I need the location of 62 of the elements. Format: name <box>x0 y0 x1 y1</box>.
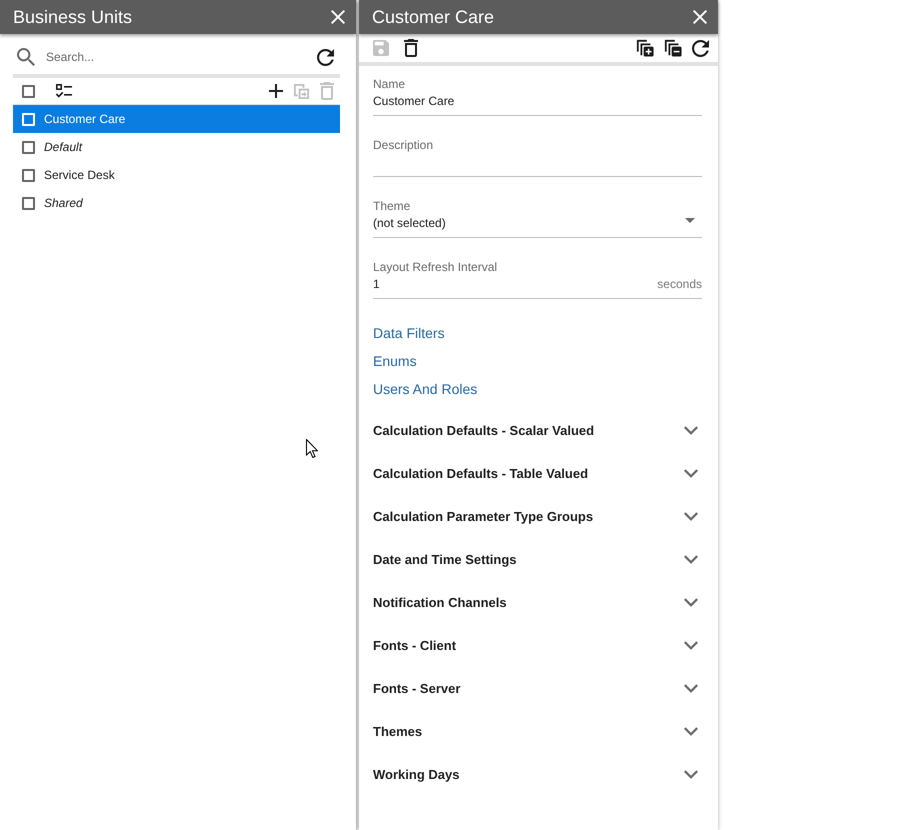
add-button[interactable] <box>269 84 283 98</box>
text-field[interactable]: Description <box>373 116 702 177</box>
list-item[interactable]: Default <box>13 133 340 161</box>
item-label: Service Desk <box>44 167 115 183</box>
accordion-header[interactable]: Calculation Defaults - Table Valued <box>373 452 702 495</box>
trash-icon <box>404 39 418 57</box>
close-button[interactable] <box>331 10 345 24</box>
panel-title: Customer Care <box>372 6 494 28</box>
close-icon <box>693 10 707 24</box>
accordion-header[interactable]: Calculation Defaults - Scalar Valued <box>373 409 702 452</box>
mouse-cursor-icon <box>306 439 318 458</box>
close-icon <box>331 10 345 24</box>
accordion-header[interactable]: Calculation Parameter Type Groups <box>373 495 702 538</box>
checkbox[interactable] <box>22 140 35 154</box>
nav-link[interactable]: Data Filters <box>373 319 445 347</box>
select-all-checkbox[interactable] <box>22 84 35 98</box>
refresh-icon <box>692 40 709 56</box>
checkbox[interactable] <box>22 196 35 210</box>
nav-link[interactable]: Users And Roles <box>373 375 478 403</box>
accordion-header[interactable]: Date and Time Settings <box>373 538 702 581</box>
field-label: Layout Refresh Interval <box>373 259 498 275</box>
search-icon <box>17 48 35 66</box>
field-label: Name <box>373 76 406 92</box>
refresh-icon <box>317 48 334 66</box>
collapse-all-button[interactable] <box>664 39 682 57</box>
field-label: Theme <box>373 198 412 214</box>
field-value: 1 <box>373 277 380 291</box>
stacked-squares-minus-icon <box>664 39 682 57</box>
expand-all-button[interactable] <box>636 39 654 57</box>
item-label: Shared <box>44 195 83 211</box>
text-field[interactable]: Name Customer Care <box>373 66 702 116</box>
list-item[interactable]: Service Desk <box>13 161 340 189</box>
checkbox[interactable] <box>22 168 35 182</box>
unit-label: seconds <box>657 277 702 291</box>
item-label: Default <box>44 139 82 155</box>
checklist-icon <box>55 83 73 99</box>
number-field[interactable]: Layout Refresh Interval 1 seconds <box>373 238 702 299</box>
close-button[interactable] <box>693 10 707 24</box>
accordion-header[interactable]: Working Days <box>373 753 702 796</box>
list-item[interactable]: Customer Care <box>13 105 340 133</box>
stacked-squares-plus-icon <box>636 39 654 57</box>
accordion-header[interactable]: Notification Channels <box>373 581 702 624</box>
accordion-header[interactable]: Fonts - Client <box>373 624 702 667</box>
dropdown-field[interactable]: Theme (not selected) <box>373 177 702 238</box>
field-value: Customer Care <box>373 94 454 108</box>
plus-icon <box>269 84 283 98</box>
reload-button[interactable] <box>692 40 709 56</box>
delete-button[interactable] <box>404 39 418 57</box>
item-label: Customer Care <box>44 111 126 127</box>
search-input[interactable]: Search... <box>46 48 266 66</box>
trash-icon <box>320 82 334 100</box>
list-item[interactable]: Shared <box>13 189 340 217</box>
field-value: (not selected) <box>373 216 446 230</box>
nav-link[interactable]: Enums <box>373 347 417 375</box>
accordion-header[interactable]: Themes <box>373 710 702 753</box>
dropdown-caret-icon <box>685 218 695 222</box>
copy-icon <box>293 82 310 100</box>
field-label: Description <box>373 137 434 153</box>
accordion-header[interactable]: Fonts - Server <box>373 667 702 710</box>
panel-title: Business Units <box>13 6 132 28</box>
checklist-button[interactable] <box>55 83 73 99</box>
reload-button[interactable] <box>317 48 334 66</box>
